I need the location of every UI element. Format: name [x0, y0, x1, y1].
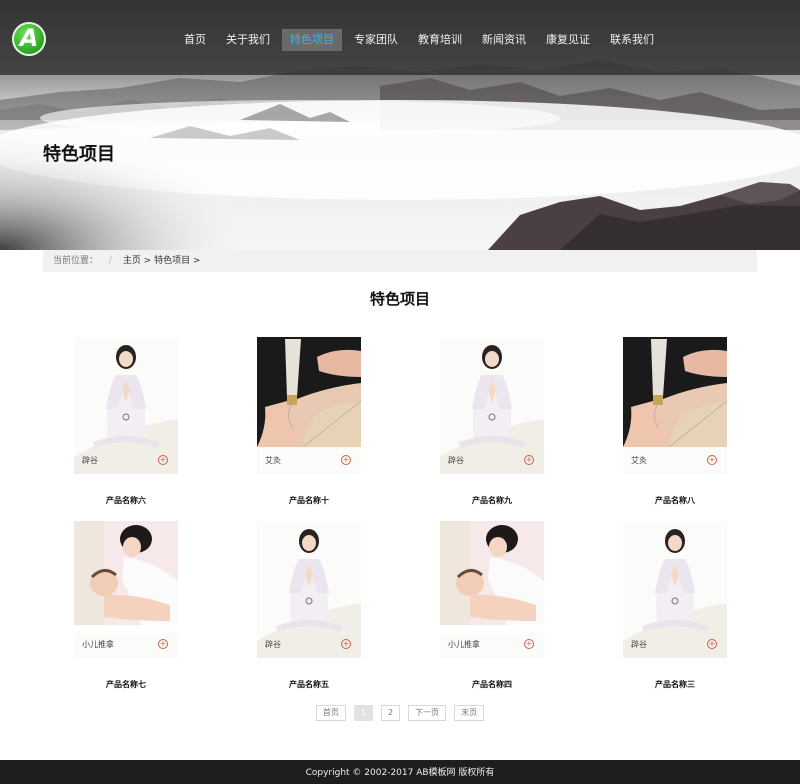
nav-item-training[interactable]: 教育培训: [410, 29, 470, 51]
nav-item-home[interactable]: 首页: [176, 29, 214, 51]
breadcrumb-path[interactable]: 主页 > 特色项目 >: [123, 256, 201, 266]
mother-baby-massage-image: [74, 521, 178, 658]
plus-circle-icon[interactable]: +: [158, 639, 168, 649]
product-tag: 小儿推拿: [448, 640, 480, 649]
pagination: 首页 1 2 下一页 末页: [0, 705, 800, 721]
breadcrumb: 当前位置： / 主页 > 特色项目 >: [43, 250, 757, 272]
product-tag: 辟谷: [265, 640, 281, 649]
nav-item-experts[interactable]: 专家团队: [346, 29, 406, 51]
plus-circle-icon[interactable]: +: [524, 455, 534, 465]
product-card[interactable]: 辟谷 +: [257, 521, 361, 658]
last-page-button[interactable]: 末页: [454, 705, 485, 721]
meditating-woman-image: [440, 337, 544, 474]
nav-item-testimonials[interactable]: 康复见证: [538, 29, 598, 51]
product-card[interactable]: 小儿推拿 +: [440, 521, 544, 658]
product-name[interactable]: 产品名称三: [615, 679, 735, 690]
plus-circle-icon[interactable]: +: [341, 639, 351, 649]
product-name[interactable]: 产品名称八: [615, 495, 735, 506]
page-2-button[interactable]: 2: [381, 705, 401, 721]
first-page-button[interactable]: 首页: [315, 705, 346, 721]
product-tag: 辟谷: [448, 456, 464, 465]
copyright-text: Copyright © 2002-2017 AB模板网 版权所有: [305, 768, 495, 778]
product-name[interactable]: 产品名称五: [249, 679, 369, 690]
main-nav: 首页 关于我们 特色项目 专家团队 教育培训 新闻资讯 康复见证 联系我们: [176, 29, 666, 51]
product-card[interactable]: 小儿推拿 +: [74, 521, 178, 658]
product-card[interactable]: 艾灸 +: [257, 337, 361, 474]
product-tag: 辟谷: [82, 456, 98, 465]
plus-circle-icon[interactable]: +: [707, 455, 717, 465]
site-logo[interactable]: A: [12, 22, 46, 56]
product-card[interactable]: 艾灸 +: [623, 337, 727, 474]
product-tag: 小儿推拿: [82, 640, 114, 649]
site-header: A 首页 关于我们 特色项目 专家团队 教育培训 新闻资讯 康复见证 联系我们: [0, 0, 800, 75]
nav-item-about[interactable]: 关于我们: [218, 29, 278, 51]
mother-baby-massage-image: [440, 521, 544, 658]
site-footer: Copyright © 2002-2017 AB模板网 版权所有: [0, 760, 800, 784]
product-tag: 艾灸: [265, 456, 281, 465]
product-name[interactable]: 产品名称十: [249, 495, 369, 506]
meditating-woman-image: [623, 521, 727, 658]
plus-circle-icon[interactable]: +: [341, 455, 351, 465]
moxibustion-hand-image: [623, 337, 727, 474]
section-title: 特色项目: [369, 290, 430, 308]
hero-title: 特色项目: [43, 144, 115, 165]
product-card[interactable]: 辟谷 +: [623, 521, 727, 658]
plus-circle-icon[interactable]: +: [524, 639, 534, 649]
meditating-woman-image: [257, 521, 361, 658]
product-card[interactable]: 辟谷 +: [74, 337, 178, 474]
product-card[interactable]: 辟谷 +: [440, 337, 544, 474]
plus-circle-icon[interactable]: +: [707, 639, 717, 649]
plus-circle-icon[interactable]: +: [158, 455, 168, 465]
product-name[interactable]: 产品名称七: [66, 679, 186, 690]
product-name[interactable]: 产品名称四: [432, 679, 552, 690]
logo-letter: A: [19, 24, 39, 52]
product-tag: 辟谷: [631, 640, 647, 649]
breadcrumb-label: 当前位置：: [53, 256, 99, 266]
next-page-button[interactable]: 下一页: [408, 705, 447, 721]
product-name[interactable]: 产品名称九: [432, 495, 552, 506]
page-1-button[interactable]: 1: [353, 705, 373, 721]
product-name[interactable]: 产品名称六: [66, 495, 186, 506]
nav-item-contact[interactable]: 联系我们: [602, 29, 662, 51]
nav-item-featured[interactable]: 特色项目: [282, 29, 342, 51]
product-tag: 艾灸: [631, 456, 647, 465]
breadcrumb-separator: /: [108, 256, 112, 266]
meditating-woman-image: [74, 337, 178, 474]
nav-item-news[interactable]: 新闻资讯: [474, 29, 534, 51]
moxibustion-hand-image: [257, 337, 361, 474]
